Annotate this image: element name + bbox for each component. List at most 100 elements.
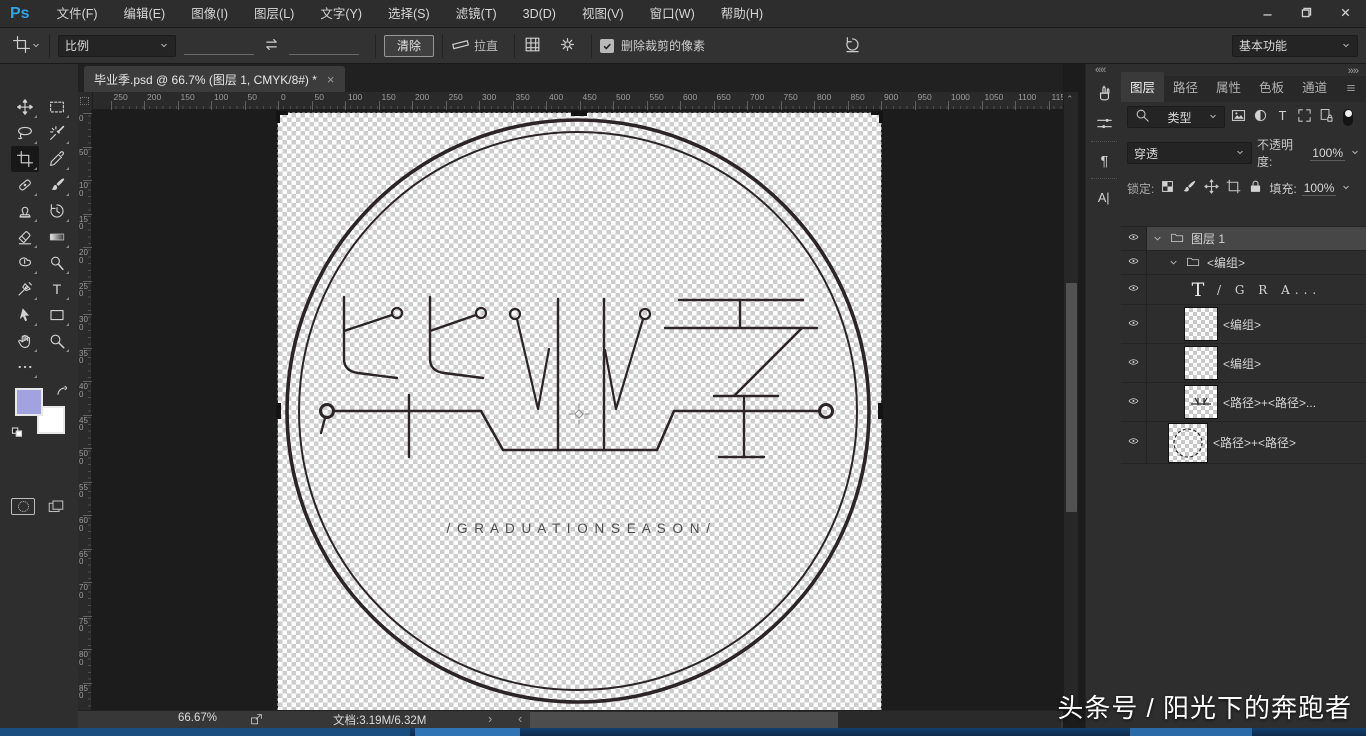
crop-handle-top-left[interactable] <box>276 111 288 123</box>
lock-pixels-icon[interactable] <box>1181 178 1198 198</box>
crop-settings-gear-icon[interactable] <box>558 35 577 57</box>
panel-tab[interactable]: 属性 <box>1207 72 1250 102</box>
layer-name[interactable]: <编组> <box>1223 316 1261 333</box>
ratio-width-input[interactable] <box>184 37 254 55</box>
delete-cropped-pixels-checkbox[interactable] <box>600 39 614 53</box>
straighten-label[interactable]: 拉直 <box>474 37 498 54</box>
foreground-color-swatch[interactable] <box>15 388 43 416</box>
ratio-height-input[interactable] <box>289 37 359 55</box>
filter-shape-layers-icon[interactable] <box>1296 107 1313 127</box>
zoom-level-field[interactable]: 66.67% <box>178 712 217 724</box>
paragraph-panel-icon[interactable]: ¶ <box>1086 145 1122 175</box>
lock-all-icon[interactable] <box>1247 178 1264 198</box>
chevron-down-icon[interactable] <box>31 39 41 53</box>
layer-row[interactable]: T / G R A... <box>1121 275 1366 305</box>
layer-name[interactable]: <编组> <box>1223 355 1261 372</box>
overlay-grid-icon[interactable] <box>523 35 542 57</box>
ruler-left[interactable]: 0501001502002503003504004505005506006507… <box>78 110 92 710</box>
menu-item[interactable]: 图层(L) <box>241 7 307 21</box>
crop-tool-icon[interactable] <box>11 146 39 172</box>
ruler-origin-corner[interactable] <box>78 92 93 110</box>
edit-toolbar-tool-icon[interactable] <box>11 354 39 380</box>
layer-visibility-eye-icon[interactable] <box>1121 422 1147 463</box>
zoom-tool-icon[interactable] <box>43 328 71 354</box>
gradient-tool-icon[interactable] <box>43 224 71 250</box>
menu-item[interactable]: 帮助(H) <box>708 7 776 21</box>
windows-taskbar[interactable] <box>0 728 1366 736</box>
clone-source-panel-icon[interactable] <box>1086 108 1122 138</box>
menu-item[interactable]: 滤镜(T) <box>443 7 510 21</box>
menu-item[interactable]: 视图(V) <box>569 7 637 21</box>
rectangle-shape-tool-icon[interactable] <box>43 302 71 328</box>
type-tool-icon[interactable]: T <box>43 276 71 302</box>
filter-adjustment-layers-icon[interactable] <box>1252 107 1269 127</box>
layer-visibility-eye-icon[interactable] <box>1121 305 1147 343</box>
export-icon[interactable] <box>250 713 263 729</box>
brushes-panel-icon[interactable] <box>1086 78 1122 108</box>
text-layer-thumbnail[interactable]: T <box>1185 279 1211 301</box>
crop-ratio-select[interactable]: 比例 <box>58 35 176 57</box>
move-tool-icon[interactable] <box>11 94 39 120</box>
vertical-scroll-track[interactable]: ⌃ <box>1063 92 1078 710</box>
expand-chevron-icon[interactable] <box>1169 256 1178 270</box>
panel-tab[interactable]: 路径 <box>1164 72 1207 102</box>
brush-tool-icon[interactable] <box>43 172 71 198</box>
swap-colors-icon[interactable] <box>52 385 67 403</box>
fill-value[interactable]: 100% <box>1302 181 1337 196</box>
menu-item[interactable]: 文件(F) <box>44 7 111 21</box>
panel-tab[interactable]: 通道 <box>1293 72 1336 102</box>
crop-handle-right[interactable] <box>878 403 883 419</box>
status-next-icon[interactable]: › <box>488 711 492 726</box>
expand-chevron-icon[interactable] <box>1153 232 1162 246</box>
marquee-tool-icon[interactable] <box>43 94 71 120</box>
crop-handle-top[interactable] <box>571 111 587 116</box>
filter-type-layers-icon[interactable]: T <box>1274 107 1291 127</box>
document-tab-close-icon[interactable]: × <box>327 72 335 87</box>
chevron-down-icon[interactable] <box>1341 181 1351 195</box>
horizontal-scroll-thumb[interactable] <box>530 712 838 728</box>
layer-name[interactable]: <编组> <box>1207 254 1245 271</box>
reset-icon[interactable] <box>843 35 862 57</box>
layer-visibility-eye-icon[interactable] <box>1121 275 1147 304</box>
lasso-tool-icon[interactable] <box>11 120 39 146</box>
layer-name[interactable]: / G R A... <box>1217 283 1321 297</box>
menu-item[interactable]: 3D(D) <box>510 7 569 21</box>
layer-name[interactable]: <路径>+<路径>... <box>1223 394 1316 411</box>
layer-visibility-eye-icon[interactable] <box>1121 383 1147 421</box>
filter-pixel-layers-icon[interactable] <box>1230 107 1247 127</box>
screen-mode-button[interactable] <box>44 498 68 519</box>
layer-name[interactable]: 图层 1 <box>1191 230 1225 247</box>
history-brush-tool-icon[interactable] <box>43 198 71 224</box>
dock-drag-handle[interactable] <box>1091 141 1117 142</box>
layer-row[interactable]: <编组> <box>1121 251 1366 275</box>
layer-thumbnail[interactable] <box>1169 424 1207 462</box>
character-panel-icon[interactable]: A| <box>1086 182 1122 212</box>
layer-visibility-eye-icon[interactable] <box>1121 251 1147 274</box>
crop-tool-preset-icon[interactable] <box>12 35 31 57</box>
magic-wand-tool-icon[interactable] <box>43 120 71 146</box>
layer-row[interactable]: <编组> <box>1121 344 1366 383</box>
filter-kind-select[interactable]: 类型 <box>1127 106 1225 128</box>
swap-values-icon[interactable] <box>262 35 281 57</box>
lock-artboard-icon[interactable] <box>1225 178 1242 198</box>
hand-tool-icon[interactable] <box>11 328 39 354</box>
lock-position-icon[interactable] <box>1203 178 1220 198</box>
clone-stamp-tool-icon[interactable] <box>11 198 39 224</box>
panel-tab[interactable]: 色板 <box>1250 72 1293 102</box>
smudge-tool-icon[interactable] <box>11 250 39 276</box>
dodge-tool-icon[interactable] <box>43 250 71 276</box>
canvas[interactable]: / G R A D U A T I O N S E A S O N / <box>278 113 881 710</box>
layer-row[interactable]: 图层 1 <box>1121 227 1366 251</box>
default-colors-icon[interactable] <box>11 422 26 440</box>
restore-button[interactable] <box>1300 6 1313 22</box>
eraser-tool-icon[interactable] <box>11 224 39 250</box>
filter-smart-objects-icon[interactable] <box>1318 107 1335 127</box>
layer-row[interactable]: <路径>+<路径>... <box>1121 383 1366 422</box>
chevron-down-icon[interactable] <box>1350 146 1360 160</box>
straighten-icon[interactable] <box>451 35 470 57</box>
dock-drag-handle[interactable] <box>1091 178 1117 179</box>
minimize-button[interactable] <box>1261 6 1274 22</box>
ruler-top[interactable]: 2502001501005005010015020025030035040045… <box>78 92 1063 110</box>
crop-handle-left[interactable] <box>276 403 281 419</box>
layer-thumbnail[interactable] <box>1185 347 1217 379</box>
